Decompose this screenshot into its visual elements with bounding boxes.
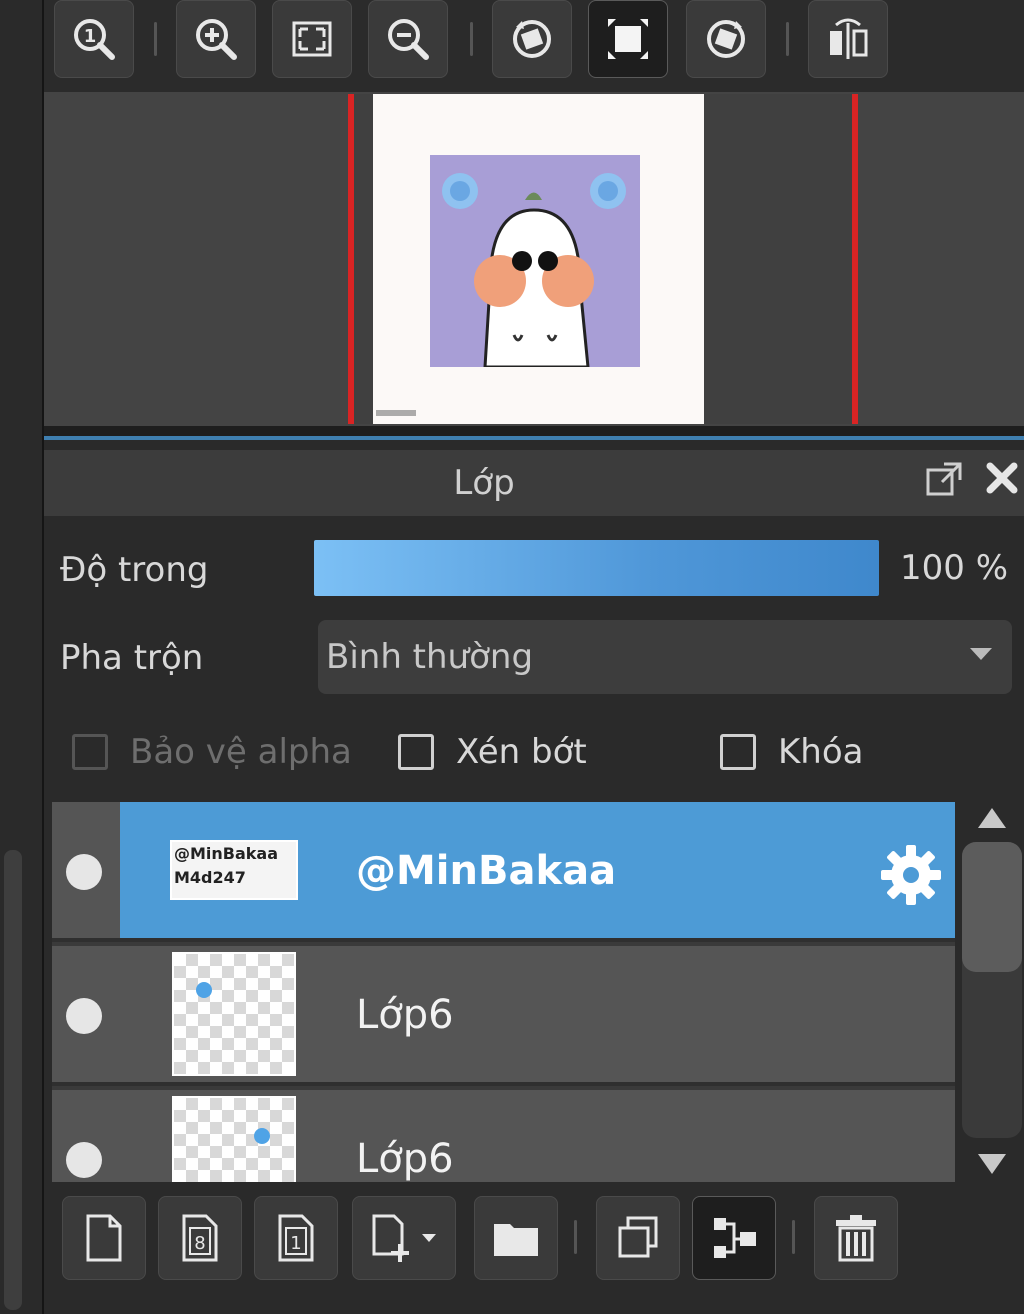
thumbnail-text-line: @MinBakaa	[174, 844, 279, 863]
thumbnail-dot	[254, 1128, 270, 1144]
layer-list[interactable]: @MinBakaa M4d247 @MinBakaa Lớp6 Lớp6	[52, 802, 955, 1182]
layer-name: Lớp6	[356, 992, 454, 1038]
rotate-left-button[interactable]	[492, 0, 572, 78]
protect-alpha-label: Bảo vệ alpha	[130, 732, 352, 772]
gear-icon[interactable]	[876, 840, 946, 910]
new-folder-button[interactable]	[474, 1196, 558, 1280]
layer-thumbnail	[172, 952, 296, 1076]
merge-down-icon	[714, 1218, 756, 1258]
toolbar-separator	[574, 1220, 577, 1254]
opacity-label: Độ trong	[60, 550, 209, 590]
artwork-image	[430, 155, 640, 369]
visibility-toggle[interactable]	[66, 998, 102, 1034]
add-layer-dropdown-button[interactable]	[352, 1196, 456, 1280]
zoom-out-button[interactable]	[368, 0, 448, 78]
layer-name: Lớp6	[356, 1136, 454, 1182]
flip-horizontal-icon	[830, 18, 868, 59]
zoom-out-icon	[388, 19, 429, 60]
popout-icon[interactable]	[924, 460, 964, 500]
add-layer-dropdown-icon	[372, 1214, 436, 1262]
blend-label: Pha trộn	[60, 638, 204, 678]
lock-label: Khóa	[778, 732, 864, 772]
svg-text:8: 8	[194, 1233, 205, 1254]
layer-thumbnail: @MinBakaa M4d247	[170, 840, 298, 900]
svg-text:1: 1	[84, 26, 97, 47]
new-1bit-layer-button[interactable]: 1	[254, 1196, 338, 1280]
opacity-value: 100 %	[900, 548, 1009, 588]
layer-row[interactable]: Lớp6	[52, 1090, 955, 1182]
merge-down-button[interactable]	[692, 1196, 776, 1280]
lock-checkbox[interactable]	[720, 734, 756, 770]
panel-title: Lớp	[453, 463, 515, 503]
chevron-down-icon	[970, 648, 992, 660]
close-icon[interactable]	[982, 458, 1022, 498]
new-layer-button[interactable]	[62, 1196, 146, 1280]
visibility-toggle[interactable]	[66, 1142, 102, 1178]
opacity-slider[interactable]	[314, 540, 879, 596]
duplicate-layer-button[interactable]	[596, 1196, 680, 1280]
layer-name: @MinBakaa	[356, 848, 617, 894]
zoom-in-icon	[196, 19, 237, 60]
clipping-label: Xén bớt	[456, 732, 587, 772]
layer-thumbnail	[172, 1096, 296, 1182]
rotate-right-button[interactable]	[686, 0, 766, 78]
blend-mode-value: Bình thường	[326, 637, 534, 677]
flip-horizontal-button[interactable]	[808, 0, 888, 78]
thumbnail-dot	[196, 982, 212, 998]
new-8bit-layer-button[interactable]: 8	[158, 1196, 242, 1280]
toolbar-separator	[154, 22, 157, 56]
new-folder-icon	[494, 1224, 538, 1256]
toolbar-separator	[786, 22, 789, 56]
toolbar-separator	[470, 22, 473, 56]
toolbar-separator	[792, 1220, 795, 1254]
scroll-down-icon[interactable]	[978, 1154, 1006, 1174]
rotate-right-icon	[707, 20, 745, 58]
rotate-left-icon	[513, 20, 551, 58]
canvas-signature-mark	[376, 410, 416, 416]
duplicate-layer-icon	[618, 1216, 658, 1258]
new-8bit-layer-icon: 8	[182, 1214, 218, 1262]
clipping-checkbox[interactable]	[398, 734, 434, 770]
new-1bit-layer-icon: 1	[278, 1214, 314, 1262]
thumbnail-text-line: M4d247	[174, 868, 246, 887]
protect-alpha-checkbox[interactable]	[72, 734, 108, 770]
new-layer-icon	[86, 1214, 122, 1262]
svg-text:1: 1	[290, 1233, 301, 1254]
delete-layer-button[interactable]	[814, 1196, 898, 1280]
visibility-toggle[interactable]	[66, 854, 102, 890]
fit-screen-button[interactable]	[272, 0, 352, 78]
layer-row[interactable]: @MinBakaa M4d247 @MinBakaa	[52, 802, 955, 942]
fit-canvas-button[interactable]	[588, 0, 668, 78]
blend-mode-select[interactable]: Bình thường	[318, 620, 1012, 694]
scroll-thumb[interactable]	[962, 842, 1022, 972]
fit-screen-icon	[292, 21, 332, 57]
left-scrollbar[interactable]	[4, 850, 22, 1310]
fit-canvas-icon	[608, 19, 648, 59]
zoom-actual-icon: 1	[74, 19, 115, 60]
zoom-actual-button[interactable]: 1	[54, 0, 134, 78]
delete-layer-icon	[836, 1215, 876, 1262]
scroll-up-icon[interactable]	[978, 808, 1006, 828]
layer-row[interactable]: Lớp6	[52, 946, 955, 1086]
zoom-in-button[interactable]	[176, 0, 256, 78]
